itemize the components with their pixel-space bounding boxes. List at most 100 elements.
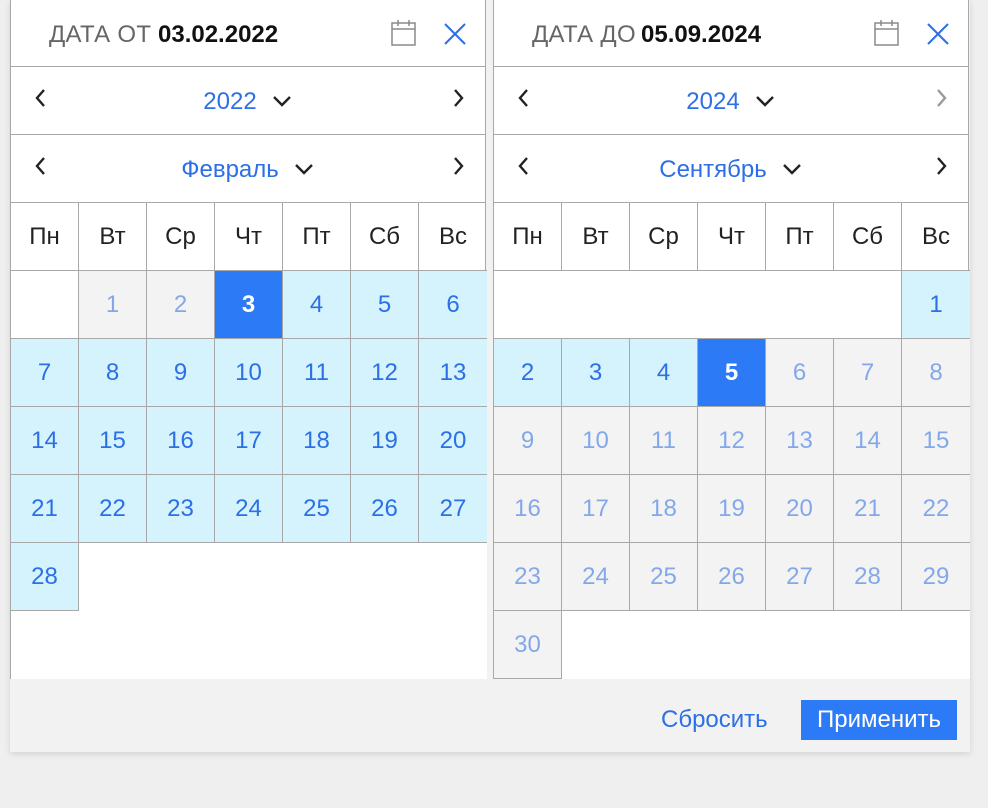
day-cell[interactable]: 12 <box>351 339 419 407</box>
day-cell[interactable]: 10 <box>215 339 283 407</box>
day-cell[interactable]: 15 <box>79 407 147 475</box>
month-select[interactable]: Сентябрь <box>494 156 968 184</box>
day-cell[interactable]: 1 <box>902 271 970 339</box>
month-value: Сентябрь <box>659 156 767 183</box>
selected-day-cell[interactable]: 3 <box>215 271 283 339</box>
date-to-label: ДАТА ДО <box>532 21 636 48</box>
weekday-header: Сб <box>351 203 419 271</box>
weekday-header: Пн <box>494 203 562 271</box>
reset-button[interactable]: Сбросить <box>661 706 768 734</box>
day-cell[interactable]: 14 <box>834 407 902 475</box>
day-cell[interactable]: 18 <box>630 475 698 543</box>
close-icon[interactable] <box>442 21 468 47</box>
day-cell[interactable]: 21 <box>11 475 79 543</box>
day-cell[interactable]: 27 <box>766 543 834 611</box>
day-cell[interactable]: 7 <box>834 339 902 407</box>
weekday-header: Вт <box>79 203 147 271</box>
close-icon[interactable] <box>925 21 951 47</box>
day-cell[interactable]: 19 <box>698 475 766 543</box>
day-cell[interactable]: 21 <box>834 475 902 543</box>
day-cell[interactable]: 1 <box>79 271 147 339</box>
day-cell[interactable]: 22 <box>79 475 147 543</box>
day-cell[interactable]: 27 <box>419 475 487 543</box>
empty-day-cell <box>11 271 79 339</box>
chevron-right-icon[interactable] <box>449 87 467 109</box>
day-cell[interactable]: 8 <box>79 339 147 407</box>
weekday-header: Пт <box>766 203 834 271</box>
day-cell[interactable]: 20 <box>419 407 487 475</box>
day-cell[interactable]: 24 <box>562 543 630 611</box>
chevron-down-icon <box>294 163 313 175</box>
weekday-header: Пт <box>283 203 351 271</box>
month-select[interactable]: Февраль <box>11 156 485 184</box>
day-cell[interactable]: 7 <box>11 339 79 407</box>
day-cell[interactable]: 15 <box>902 407 970 475</box>
day-cell[interactable]: 17 <box>562 475 630 543</box>
day-cell[interactable]: 2 <box>147 271 215 339</box>
year-navigator: 2022 <box>11 67 485 135</box>
day-cell[interactable]: 9 <box>147 339 215 407</box>
day-cell[interactable]: 23 <box>494 543 562 611</box>
day-cell[interactable]: 13 <box>419 339 487 407</box>
month-navigator: Сентябрь <box>494 135 968 203</box>
day-cell[interactable]: 4 <box>283 271 351 339</box>
day-cell[interactable]: 8 <box>902 339 970 407</box>
day-cell[interactable]: 23 <box>147 475 215 543</box>
day-cell[interactable]: 18 <box>283 407 351 475</box>
chevron-right-icon[interactable] <box>449 155 467 177</box>
day-cell[interactable]: 26 <box>351 475 419 543</box>
day-cell[interactable]: 25 <box>630 543 698 611</box>
chevron-right-icon[interactable] <box>932 155 950 177</box>
day-cell[interactable]: 4 <box>630 339 698 407</box>
day-cell[interactable]: 26 <box>698 543 766 611</box>
year-select[interactable]: 2024 <box>494 88 968 116</box>
day-cell[interactable]: 12 <box>698 407 766 475</box>
empty-day-cell <box>419 611 487 679</box>
date-from-value[interactable]: 03.02.2022 <box>158 21 278 49</box>
day-cell[interactable]: 19 <box>351 407 419 475</box>
empty-day-cell <box>351 543 419 611</box>
day-cell[interactable]: 29 <box>902 543 970 611</box>
day-cell[interactable]: 6 <box>766 339 834 407</box>
day-cell[interactable]: 22 <box>902 475 970 543</box>
day-cell[interactable]: 2 <box>494 339 562 407</box>
day-cell[interactable]: 11 <box>283 339 351 407</box>
day-cell[interactable]: 30 <box>494 611 562 679</box>
date-to-header: ДАТА ДО 05.09.2024 <box>494 0 968 67</box>
empty-day-cell <box>215 611 283 679</box>
weekday-header: Вт <box>562 203 630 271</box>
empty-day-cell <box>766 611 834 679</box>
day-cell[interactable]: 25 <box>283 475 351 543</box>
day-cell[interactable]: 3 <box>562 339 630 407</box>
selected-day-cell[interactable]: 5 <box>698 339 766 407</box>
day-cell[interactable]: 10 <box>562 407 630 475</box>
chevron-right-icon <box>932 87 950 109</box>
day-cell[interactable]: 13 <box>766 407 834 475</box>
empty-day-cell <box>562 271 630 339</box>
date-to-value[interactable]: 05.09.2024 <box>641 21 761 49</box>
day-cell[interactable]: 16 <box>494 475 562 543</box>
day-cell[interactable]: 28 <box>11 543 79 611</box>
month-navigator: Февраль <box>11 135 485 203</box>
day-cell[interactable]: 24 <box>215 475 283 543</box>
chevron-down-icon <box>272 95 291 107</box>
weekday-header: Чт <box>698 203 766 271</box>
day-cell[interactable]: 17 <box>215 407 283 475</box>
day-cell[interactable]: 9 <box>494 407 562 475</box>
year-value: 2022 <box>203 88 257 115</box>
year-navigator: 2024 <box>494 67 968 135</box>
weekday-header: Вс <box>419 203 487 271</box>
apply-button[interactable]: Применить <box>801 700 957 740</box>
date-from-panel: ДАТА ОТ 03.02.2022 2022 Февраль Пн Вт Ср… <box>10 0 487 679</box>
day-cell[interactable]: 20 <box>766 475 834 543</box>
calendar-icon[interactable] <box>391 20 416 46</box>
empty-day-cell <box>698 271 766 339</box>
day-cell[interactable]: 6 <box>419 271 487 339</box>
day-cell[interactable]: 28 <box>834 543 902 611</box>
day-cell[interactable]: 11 <box>630 407 698 475</box>
day-cell[interactable]: 16 <box>147 407 215 475</box>
year-select[interactable]: 2022 <box>11 88 485 116</box>
day-cell[interactable]: 14 <box>11 407 79 475</box>
day-cell[interactable]: 5 <box>351 271 419 339</box>
calendar-icon[interactable] <box>874 20 899 46</box>
